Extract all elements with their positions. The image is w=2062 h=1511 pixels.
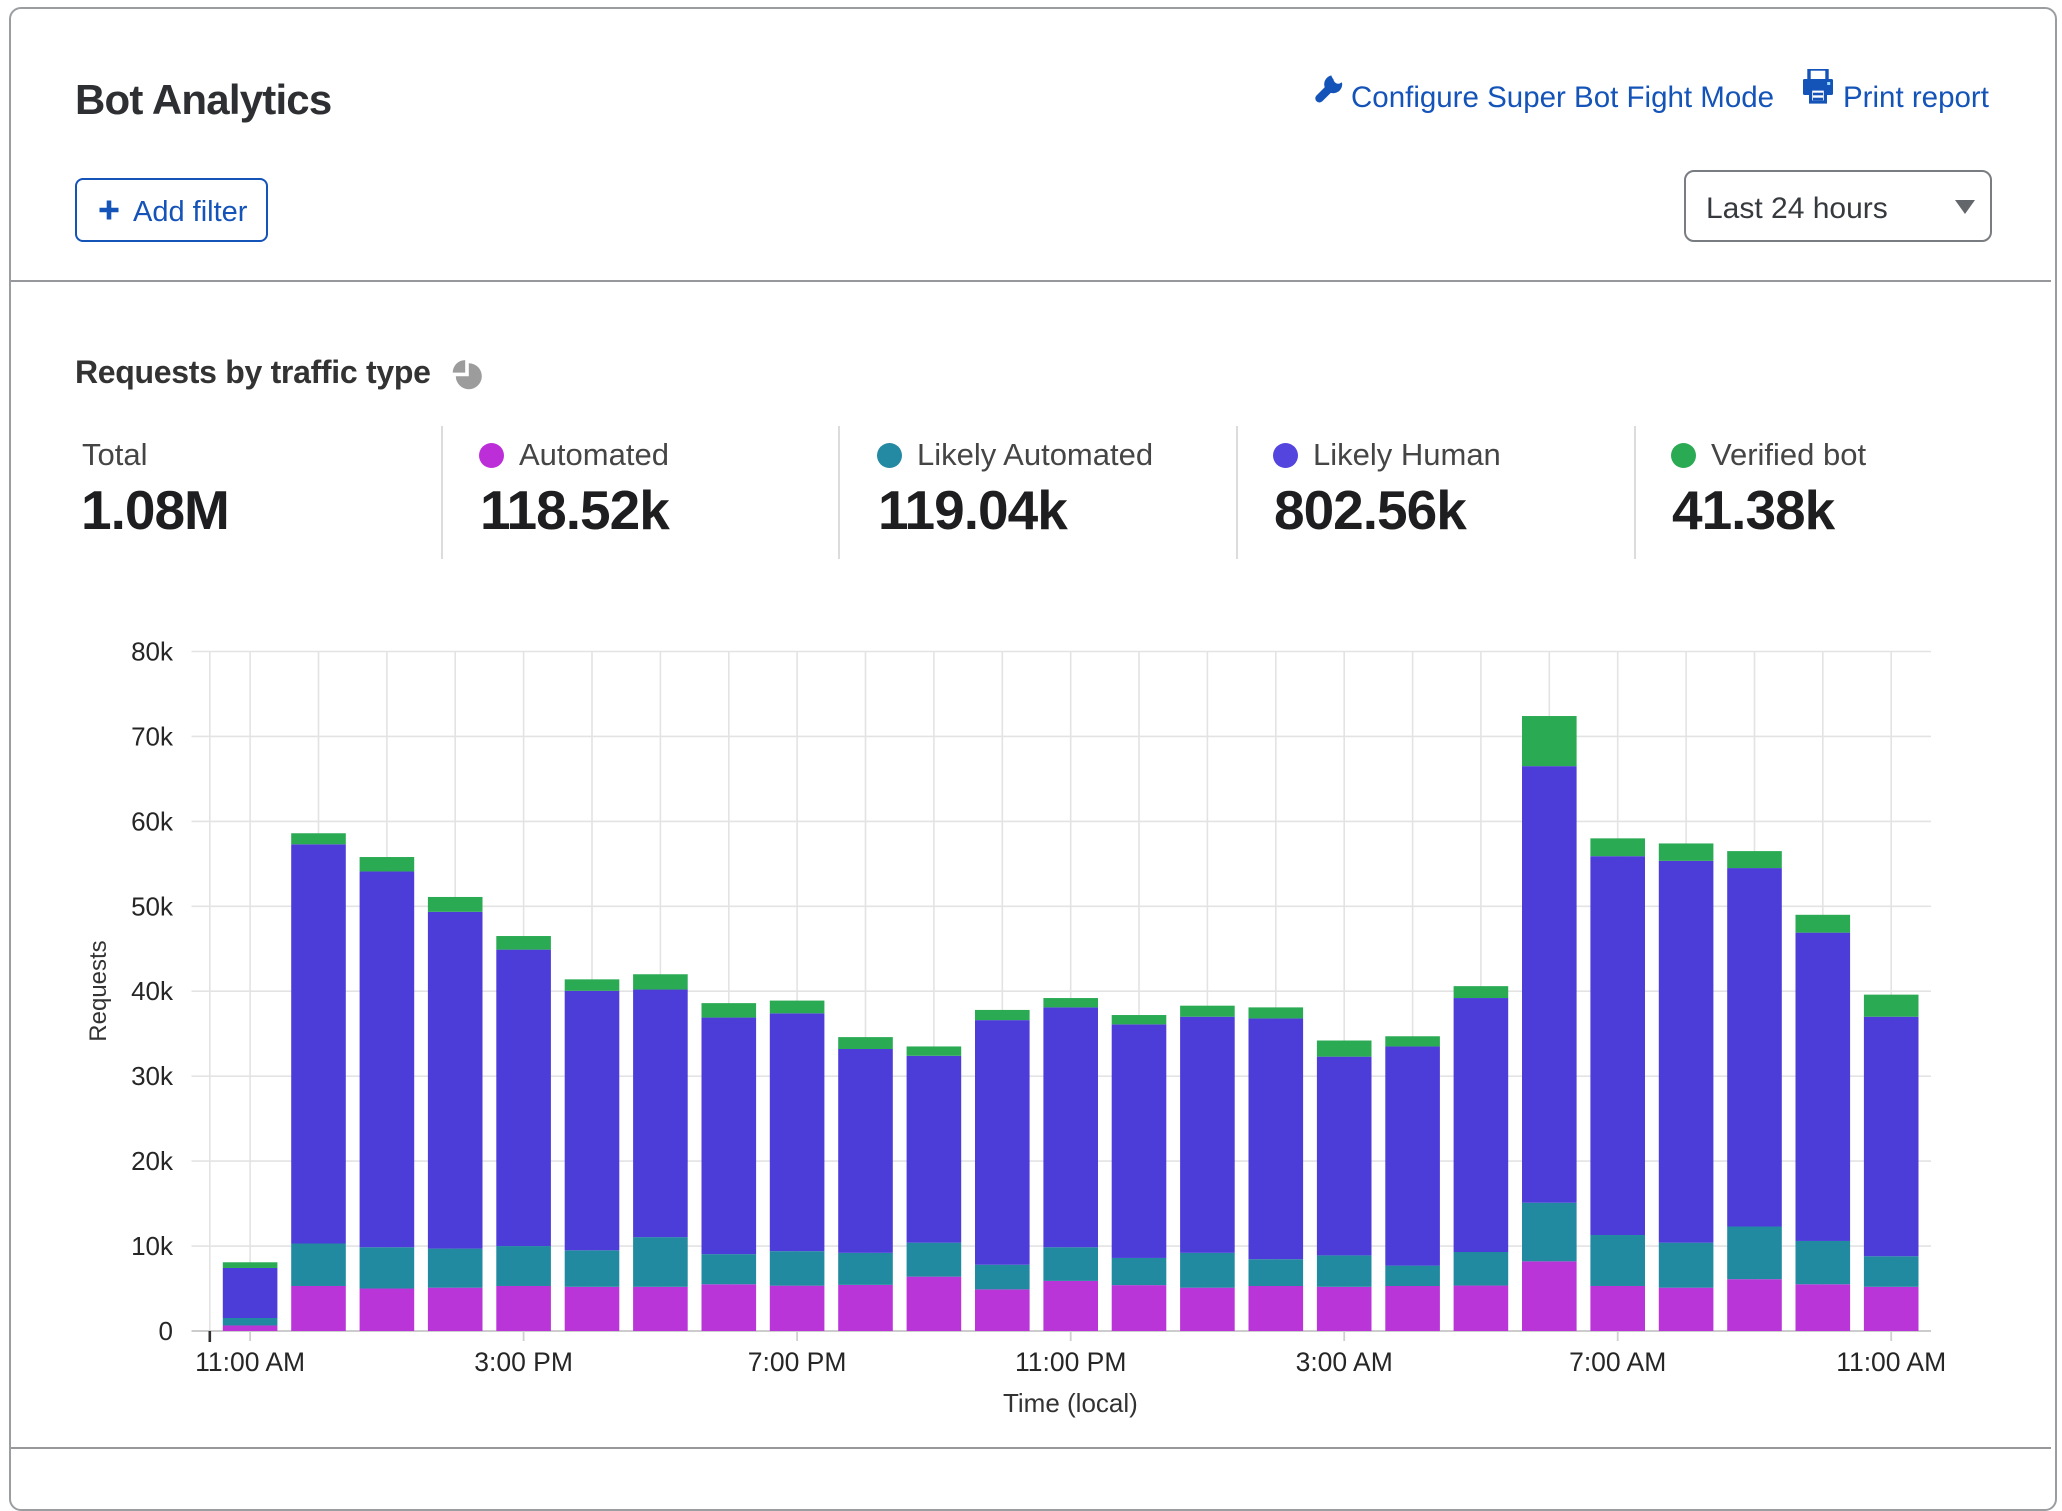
svg-text:10k: 10k — [131, 1231, 174, 1261]
svg-text:40k: 40k — [131, 976, 174, 1006]
svg-text:Time (local): Time (local) — [1003, 1388, 1138, 1418]
svg-text:0: 0 — [159, 1316, 173, 1346]
svg-text:11:00 PM: 11:00 PM — [1015, 1347, 1126, 1377]
svg-text:11:00 AM: 11:00 AM — [1836, 1347, 1946, 1377]
svg-text:30k: 30k — [131, 1061, 174, 1091]
svg-text:7:00 AM: 7:00 AM — [1569, 1347, 1666, 1377]
svg-text:50k: 50k — [131, 891, 174, 921]
svg-text:7:00 PM: 7:00 PM — [748, 1347, 847, 1377]
svg-text:20k: 20k — [131, 1146, 174, 1176]
svg-text:Requests: Requests — [85, 940, 112, 1041]
svg-text:70k: 70k — [131, 721, 174, 751]
svg-text:80k: 80k — [131, 637, 174, 667]
svg-text:3:00 AM: 3:00 AM — [1296, 1347, 1393, 1377]
svg-text:11:00 AM: 11:00 AM — [195, 1347, 305, 1377]
svg-text:3:00 PM: 3:00 PM — [474, 1347, 573, 1377]
svg-text:60k: 60k — [131, 806, 174, 836]
